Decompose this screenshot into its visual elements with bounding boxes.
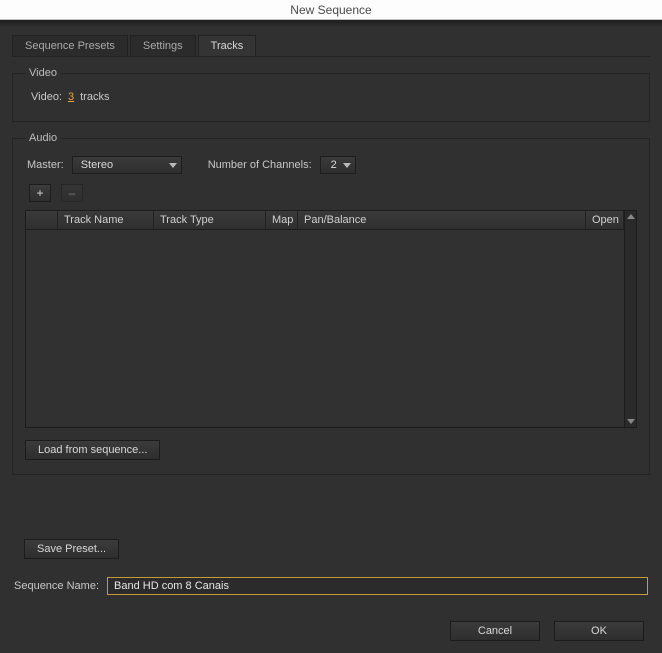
chevron-down-icon (343, 163, 351, 168)
chevron-down-icon (169, 163, 177, 168)
video-legend: Video (25, 67, 61, 79)
titlebar-shadow (0, 20, 662, 27)
track-table-body (26, 230, 624, 426)
col-map: Map (266, 211, 298, 229)
sequence-name-input[interactable] (107, 577, 648, 595)
master-value: Stereo (81, 159, 113, 171)
video-track-unit: tracks (80, 91, 109, 103)
channels-value: 2 (331, 159, 337, 171)
dialog-body: Sequence Presets Settings Tracks Video V… (0, 27, 662, 653)
window-titlebar: New Sequence (0, 0, 662, 20)
col-track-name: Track Name (58, 211, 154, 229)
save-preset-button[interactable]: Save Preset... (24, 539, 119, 559)
col-open: Open (586, 211, 624, 229)
track-table-scrollbar[interactable] (624, 211, 636, 427)
track-table: Track Name Track Type Map Pan/Balance Op… (25, 210, 637, 428)
ok-button[interactable]: OK (554, 621, 644, 641)
add-track-button[interactable]: + (29, 184, 51, 202)
video-label: Video: (31, 91, 62, 103)
channels-dropdown[interactable]: 2 (320, 156, 356, 174)
col-drag (26, 211, 58, 229)
cancel-button[interactable]: Cancel (450, 621, 540, 641)
tab-sequence-presets[interactable]: Sequence Presets (12, 35, 128, 56)
load-from-sequence-button[interactable]: Load from sequence... (25, 440, 160, 460)
video-track-count[interactable]: 3 (68, 91, 74, 103)
tabs-bar: Sequence Presets Settings Tracks (12, 35, 650, 57)
audio-legend: Audio (25, 132, 61, 144)
col-track-type: Track Type (154, 211, 266, 229)
video-group: Video Video: 3 tracks (12, 67, 650, 122)
master-label: Master: (27, 159, 64, 171)
minus-icon: – (69, 186, 76, 200)
channels-label: Number of Channels: (208, 159, 312, 171)
sequence-name-label: Sequence Name: (14, 580, 99, 592)
scroll-down-icon (627, 419, 635, 424)
master-dropdown[interactable]: Stereo (72, 156, 182, 174)
remove-track-button[interactable]: – (61, 184, 83, 202)
plus-icon: + (36, 186, 43, 200)
track-table-header: Track Name Track Type Map Pan/Balance Op… (26, 211, 624, 230)
tab-settings[interactable]: Settings (130, 35, 196, 56)
scroll-up-icon (627, 214, 635, 219)
col-pan-balance: Pan/Balance (298, 211, 586, 229)
tab-tracks[interactable]: Tracks (198, 35, 257, 56)
audio-group: Audio Master: Stereo Number of Channels:… (12, 132, 650, 475)
